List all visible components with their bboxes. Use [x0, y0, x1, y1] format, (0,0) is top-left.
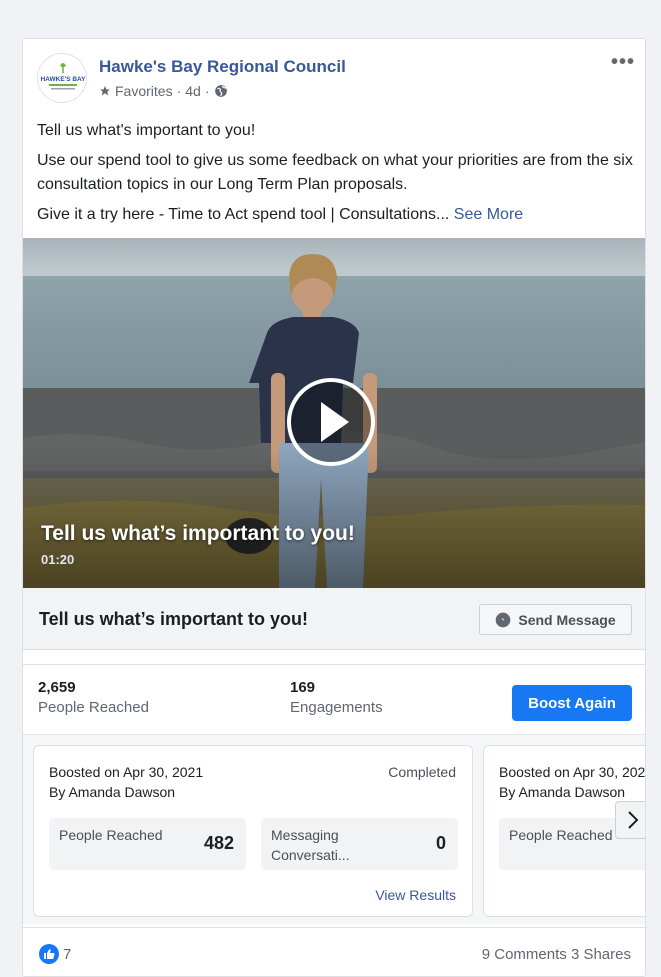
boost-metric-messaging: Messaging Conversati... 0 — [261, 818, 458, 870]
engagement-counts: 9 Comments 3 Shares — [482, 946, 631, 963]
people-reached-label: People Reached — [38, 699, 149, 716]
play-icon — [321, 402, 349, 442]
favorites-label[interactable]: Favorites — [115, 83, 173, 99]
comments-count[interactable]: 9 Comments — [482, 946, 567, 963]
post-meta: Favorites · 4d · — [99, 83, 228, 99]
video-duration: 01:20 — [41, 552, 75, 567]
view-results-link[interactable]: View Results — [375, 887, 456, 903]
post-age[interactable]: 4d — [185, 83, 201, 99]
post-text-truncated: Give it a try here - Time to Act spend t… — [37, 206, 450, 223]
post-footer: 7 9 Comments 3 Shares — [23, 927, 645, 976]
more-options-icon[interactable]: ••• — [611, 51, 635, 74]
post-text-line: Use our spend tool to give us some feedb… — [37, 152, 633, 193]
metric-label: People Reached — [59, 827, 163, 843]
page-name[interactable]: Hawke's Bay Regional Council — [99, 57, 346, 77]
people-reached-stat: 2,659 People Reached — [38, 679, 149, 716]
reactions[interactable]: 7 — [39, 944, 71, 964]
metric-label: People Reached — [509, 827, 613, 843]
cta-bar: Tell us what’s important to you! Send Me… — [23, 588, 645, 650]
boost-status: Completed — [388, 764, 456, 780]
engagements-label: Engagements — [290, 699, 383, 716]
post-text-line: Give it a try here - Time to Act spend t… — [37, 203, 637, 227]
carousel-next-button[interactable] — [615, 801, 645, 839]
post-card: HAWKE'S BAY Hawke's Bay Regional Council… — [22, 38, 646, 977]
messenger-icon — [496, 612, 511, 627]
shares-count[interactable]: 3 Shares — [571, 946, 631, 963]
video-player[interactable]: Tell us what’s important to you! 01:20 — [23, 238, 645, 588]
post-stats: 2,659 People Reached 169 Engagements Boo… — [23, 664, 645, 734]
like-count: 7 — [63, 945, 72, 963]
engagements-value: 169 — [290, 679, 316, 696]
metric-label: Messaging Conversati... — [271, 827, 350, 863]
boost-card[interactable]: Boosted on Apr 30, 2021 By Amanda Dawson… — [33, 745, 473, 917]
meta-separator: · — [204, 83, 210, 99]
play-button[interactable] — [287, 378, 375, 466]
star-icon — [100, 86, 110, 96]
cta-title: Tell us what’s important to you! — [39, 609, 309, 629]
boost-metric-reached: People Reached 482 — [49, 818, 246, 870]
page-avatar[interactable]: HAWKE'S BAY — [37, 53, 87, 103]
boost-again-button[interactable]: Boost Again — [512, 685, 632, 721]
send-message-label: Send Message — [518, 611, 616, 628]
metric-value: 0 — [435, 833, 446, 853]
boost-history-carousel: Boosted on Apr 30, 2021 By Amanda Dawson… — [23, 734, 646, 924]
post-header: HAWKE'S BAY Hawke's Bay Regional Council… — [23, 39, 645, 109]
boost-date: Boosted on Apr 30, 2021 — [499, 764, 646, 780]
see-more-link[interactable]: See More — [454, 206, 523, 223]
send-message-button[interactable]: Send Message — [479, 604, 632, 635]
globe-icon — [214, 85, 227, 97]
council-logo-icon: HAWKE'S BAY — [38, 54, 86, 102]
like-icon — [39, 944, 59, 964]
boost-author: By Amanda Dawson — [49, 784, 176, 800]
engagements-stat: 169 Engagements — [290, 679, 383, 716]
avatar-text: HAWKE'S BAY — [40, 76, 86, 83]
metric-value: 482 — [203, 833, 234, 853]
people-reached-value: 2,659 — [38, 679, 76, 696]
boost-date: Boosted on Apr 30, 2021 — [49, 764, 204, 780]
video-title: Tell us what’s important to you! — [41, 522, 355, 545]
post-text-line: Tell us what's important to you! — [37, 122, 256, 139]
meta-separator: · — [176, 83, 182, 99]
boost-author: By Amanda Dawson — [499, 784, 626, 800]
post-text: Tell us what's important to you! Use our… — [37, 119, 637, 233]
chevron-right-icon — [628, 811, 639, 829]
